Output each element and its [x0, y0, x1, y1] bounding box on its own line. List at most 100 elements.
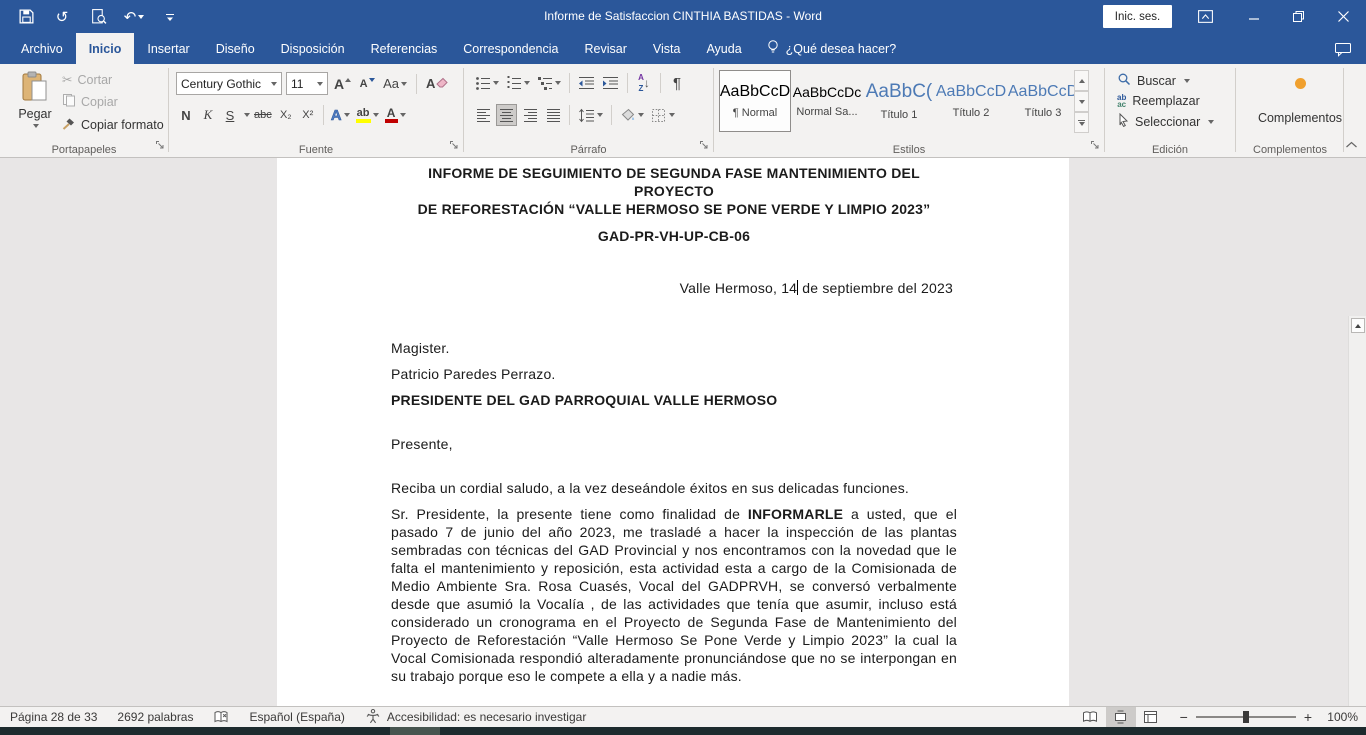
save-icon[interactable]	[14, 5, 38, 29]
tab-archivo[interactable]: Archivo	[8, 33, 76, 64]
zoom-slider[interactable]	[1196, 716, 1296, 718]
text-effects-button[interactable]: A	[329, 104, 352, 126]
tab-insertar[interactable]: Insertar	[134, 33, 202, 64]
font-size-combo[interactable]: 11	[286, 72, 328, 95]
sort-icon[interactable]: A Z ↓	[634, 72, 654, 94]
group-label-paragraph: Párrafo	[465, 144, 712, 156]
align-left-icon[interactable]	[473, 104, 493, 126]
borders-icon[interactable]	[649, 104, 677, 126]
qat-customize-icon[interactable]	[158, 5, 182, 29]
tell-me-box[interactable]: ¿Qué desea hacer?	[755, 33, 909, 64]
multilevel-list-icon[interactable]	[535, 72, 563, 94]
font-color-button[interactable]: A	[383, 104, 408, 126]
repeat-icon[interactable]: ↺	[50, 5, 74, 29]
tab-disposicion[interactable]: Disposición	[268, 33, 358, 64]
tab-vista[interactable]: Vista	[640, 33, 694, 64]
gallery-up-icon[interactable]	[1074, 70, 1089, 91]
sign-in-button[interactable]: Inic. ses.	[1103, 5, 1172, 28]
zoom-level[interactable]: 100%	[1320, 710, 1358, 724]
show-marks-button[interactable]: ¶	[667, 72, 687, 94]
subscript-button[interactable]: X₂	[276, 104, 296, 126]
cut-button[interactable]: ✂ Cortar	[62, 72, 164, 87]
find-button[interactable]: Buscar	[1117, 72, 1214, 89]
feedback-icon[interactable]	[1320, 33, 1366, 64]
copy-button[interactable]: Copiar	[62, 93, 164, 110]
tab-correspondencia[interactable]: Correspondencia	[450, 33, 571, 64]
increase-indent-icon[interactable]	[600, 72, 621, 94]
line-spacing-icon[interactable]	[576, 104, 605, 126]
bold-button[interactable]: N	[176, 104, 196, 126]
read-mode-icon[interactable]	[1076, 707, 1106, 727]
accessibility-status[interactable]: Accesibilidad: es necesario investigar	[365, 708, 586, 727]
group-label-styles: Estilos	[715, 144, 1103, 156]
align-right-icon[interactable]	[520, 104, 540, 126]
font-family-combo[interactable]: Century Gothic	[176, 72, 282, 95]
zoom-slider-handle[interactable]	[1243, 711, 1249, 723]
highlight-color-button[interactable]: ab	[354, 104, 381, 126]
collapse-ribbon-icon[interactable]	[1345, 136, 1358, 154]
clear-formatting-button[interactable]: A	[424, 73, 450, 95]
italic-button[interactable]: K	[198, 104, 218, 126]
replace-button[interactable]: ab ac Reemplazar	[1117, 94, 1214, 108]
style-normal[interactable]: AaBbCcD ¶ Normal	[719, 70, 791, 132]
style-titulo-3[interactable]: AaBbCcD Título 3	[1007, 70, 1079, 132]
styles-dialog-launcher-icon[interactable]	[1090, 137, 1100, 155]
gallery-more-icon[interactable]	[1074, 112, 1089, 133]
strikethrough-button[interactable]: abc	[252, 104, 274, 126]
tab-ayuda[interactable]: Ayuda	[693, 33, 754, 64]
underline-caret[interactable]	[244, 113, 250, 117]
group-label-editing: Edición	[1107, 144, 1233, 156]
zoom-in-icon[interactable]: +	[1304, 709, 1312, 725]
scroll-up-icon[interactable]	[1351, 318, 1365, 333]
page-count[interactable]: Página 28 de 33	[10, 710, 97, 724]
vertical-scrollbar[interactable]	[1348, 316, 1366, 706]
addin-dot-icon	[1295, 78, 1306, 89]
doc-body-paragraph: Sr. Presidente, la presente tiene como f…	[391, 505, 957, 685]
tab-diseno[interactable]: Diseño	[203, 33, 268, 64]
style-normal-sa[interactable]: AaBbCcDc Normal Sa...	[791, 70, 863, 132]
select-button[interactable]: Seleccionar	[1117, 113, 1214, 130]
style-titulo-1[interactable]: AaBbC( Título 1	[863, 70, 935, 132]
addins-button[interactable]: Complementos	[1252, 70, 1348, 142]
select-cursor-icon	[1117, 113, 1129, 130]
language-indicator[interactable]: Español (España)	[249, 710, 344, 724]
doc-salutation: Presente,	[391, 435, 957, 453]
clipboard-dialog-launcher-icon[interactable]	[155, 137, 165, 155]
align-center-icon[interactable]	[496, 104, 517, 126]
shading-icon[interactable]	[618, 104, 646, 126]
restore-button[interactable]	[1276, 0, 1321, 33]
web-layout-icon[interactable]	[1136, 707, 1166, 727]
bullets-icon[interactable]	[473, 72, 501, 94]
zoom-out-icon[interactable]: −	[1180, 709, 1188, 725]
lightbulb-icon	[767, 39, 779, 58]
grow-font-button[interactable]: A	[332, 73, 353, 95]
paragraph-dialog-launcher-icon[interactable]	[699, 137, 709, 155]
tab-referencias[interactable]: Referencias	[358, 33, 451, 64]
document-page[interactable]: INFORME DE SEGUIMIENTO DE SEGUNDA FASE M…	[277, 158, 1069, 706]
underline-button[interactable]: S	[220, 104, 240, 126]
numbering-icon[interactable]	[504, 72, 532, 94]
doc-recipient-title: Magister.	[391, 339, 957, 357]
word-count[interactable]: 2692 palabras	[117, 710, 193, 724]
style-titulo-2[interactable]: AaBbCcD Título 2	[935, 70, 1007, 132]
superscript-button[interactable]: X²	[298, 104, 318, 126]
minimize-button[interactable]	[1231, 0, 1276, 33]
title-bar: ↺ ↶ Informe de Satisfaccion CINTHIA BAST…	[0, 0, 1366, 33]
paste-button[interactable]: Pegar	[12, 70, 58, 144]
undo-icon[interactable]: ↶	[122, 5, 146, 29]
font-dialog-launcher-icon[interactable]	[449, 137, 459, 155]
tab-inicio[interactable]: Inicio	[76, 33, 135, 64]
gallery-down-icon[interactable]	[1074, 91, 1089, 112]
shrink-font-button[interactable]: A	[357, 73, 377, 95]
print-layout-icon[interactable]	[1106, 707, 1136, 727]
tab-revisar[interactable]: Revisar	[571, 33, 639, 64]
print-preview-icon[interactable]	[86, 5, 110, 29]
change-case-button[interactable]: Aa	[381, 73, 409, 95]
ribbon-display-options-icon[interactable]	[1192, 4, 1218, 29]
format-painter-button[interactable]: Copiar formato	[62, 116, 164, 133]
close-button[interactable]	[1321, 0, 1366, 33]
decrease-indent-icon[interactable]	[576, 72, 597, 94]
proofing-error-icon[interactable]	[213, 710, 229, 724]
justify-icon[interactable]	[543, 104, 563, 126]
styles-gallery: AaBbCcD ¶ Normal AaBbCcDc Normal Sa... A…	[719, 70, 1079, 132]
